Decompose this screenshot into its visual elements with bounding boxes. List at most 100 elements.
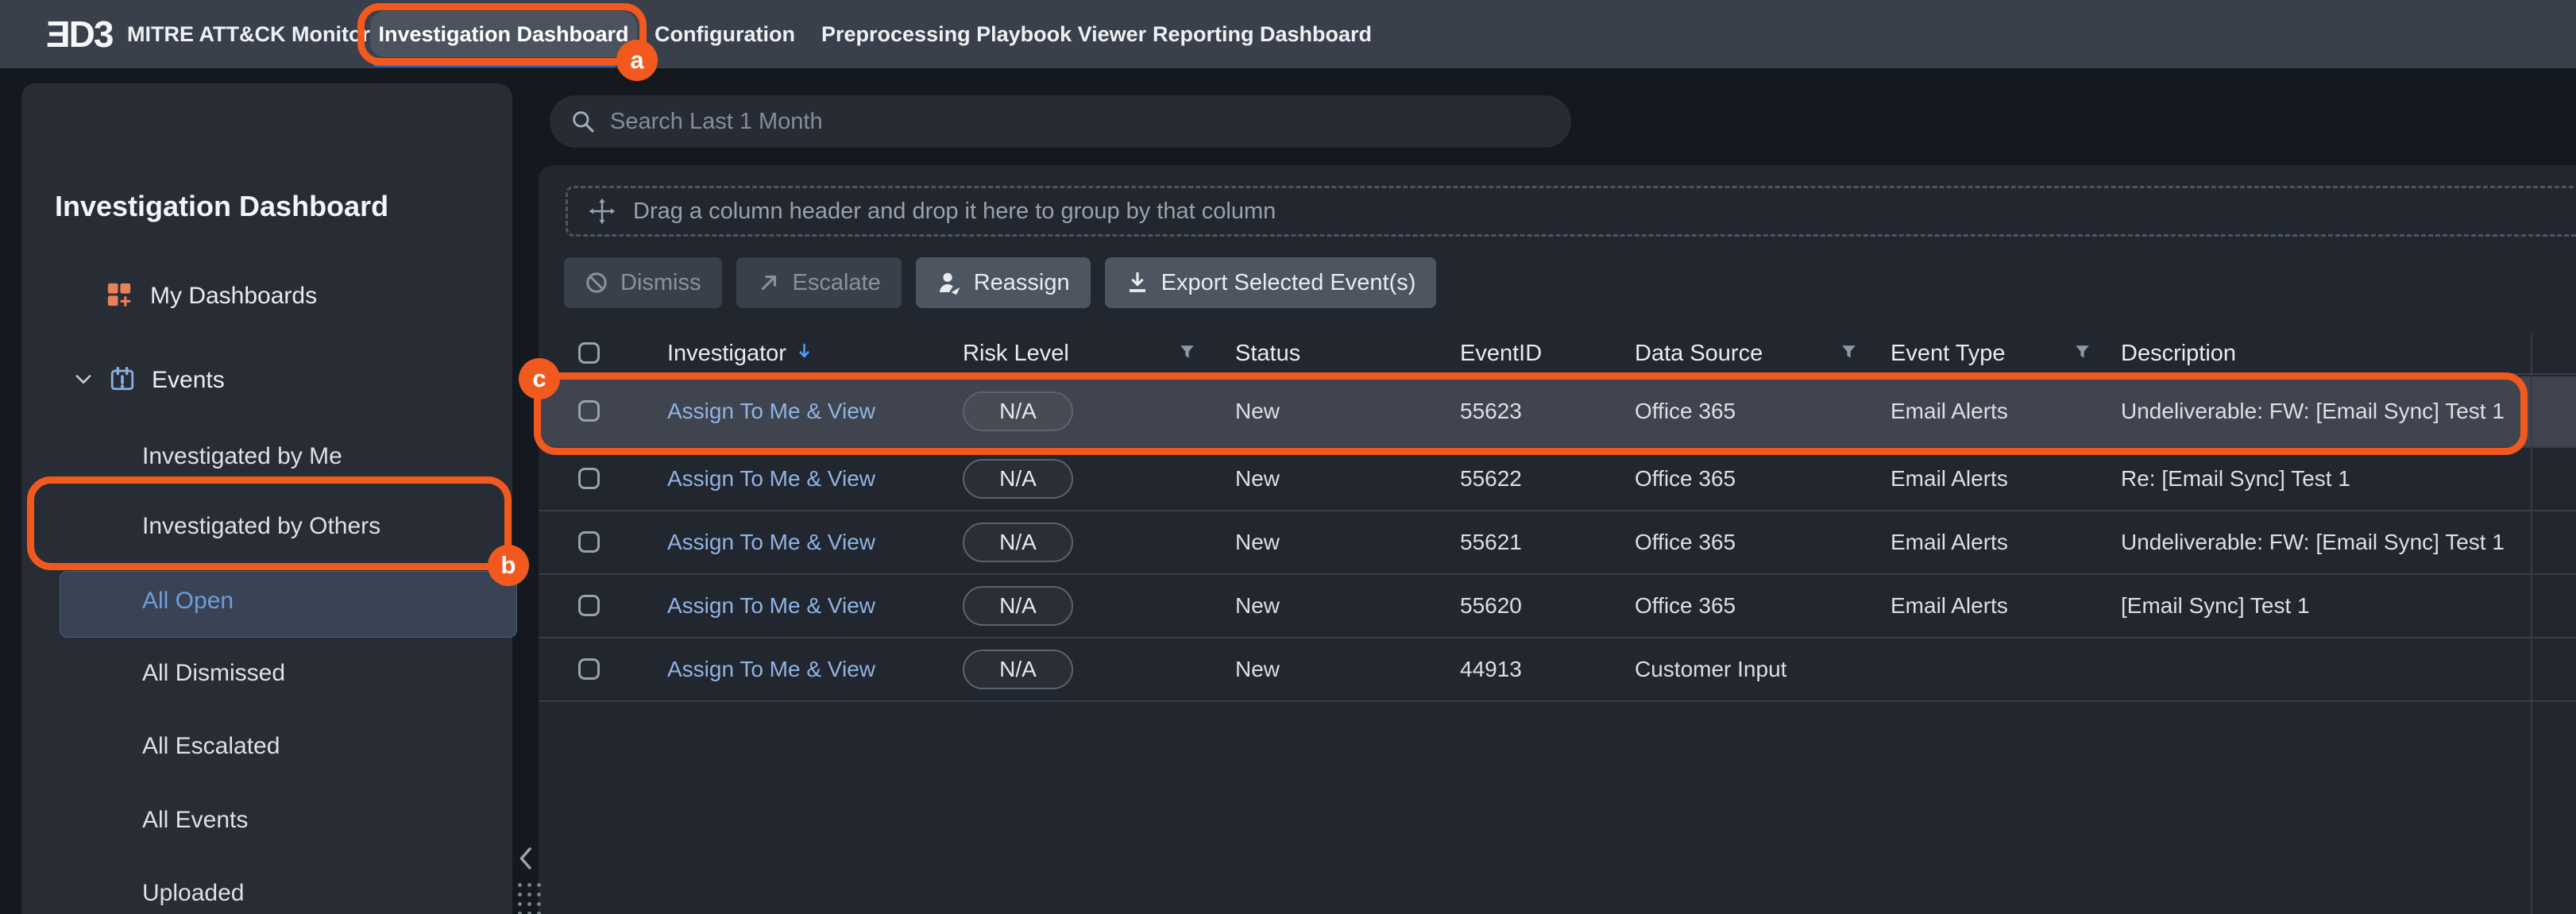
- assign-to-me-link[interactable]: Assign To Me & View: [667, 575, 875, 637]
- select-all-checkbox[interactable]: [578, 342, 600, 364]
- sidebar-item-all-open[interactable]: All Open: [142, 585, 234, 617]
- event-id-value: 55622: [1460, 448, 1522, 510]
- dismiss-button[interactable]: Dismiss: [564, 257, 722, 308]
- group-by-hint-text: Drag a column header and drop it here to…: [633, 199, 1276, 225]
- sort-descending-icon[interactable]: [798, 341, 811, 367]
- sidebar-item-uploaded[interactable]: Uploaded: [142, 877, 244, 909]
- selected-view-highlight: [60, 571, 517, 638]
- grid-toolbar: Dismiss Escalate Reassign: [564, 257, 1436, 308]
- event-type-value: Email Alerts: [1890, 511, 2008, 573]
- description-value: Re: [Email Sync] Test 1: [2121, 448, 2350, 510]
- events-calendar-icon: [109, 365, 136, 396]
- assign-to-me-link[interactable]: Assign To Me & View: [667, 511, 875, 573]
- reassign-user-icon: [937, 270, 962, 295]
- column-header-investigator[interactable]: Investigator: [667, 334, 811, 373]
- nav-item-mitre-attck-monitor[interactable]: MITRE ATT&CK Monitor: [127, 0, 370, 68]
- sidebar-item-investigated-by-others[interactable]: Investigated by Others: [142, 511, 380, 542]
- chevron-down-icon[interactable]: [72, 368, 95, 394]
- sidebar-collapse-icon[interactable]: [518, 845, 532, 876]
- table-row[interactable]: Assign To Me & View N/A New 44913 Custom…: [539, 638, 2576, 702]
- table-row[interactable]: Assign To Me & View N/A New 55621 Office…: [539, 511, 2576, 575]
- description-value: [Email Sync] Test 1: [2121, 575, 2310, 637]
- assign-to-me-link[interactable]: Assign To Me & View: [667, 376, 875, 446]
- data-source-value: Office 365: [1635, 448, 1736, 510]
- row-checkbox[interactable]: [578, 658, 600, 680]
- column-header-eventid[interactable]: EventID: [1460, 334, 1542, 373]
- escalate-icon: [757, 271, 781, 295]
- filter-icon-data-source[interactable]: [1841, 345, 1856, 364]
- group-by-drop-zone[interactable]: Drag a column header and drop it here to…: [566, 186, 2576, 237]
- event-id-value: 55621: [1460, 511, 1522, 573]
- nav-item-reporting-dashboard[interactable]: Reporting Dashboard: [1153, 0, 1372, 68]
- events-grid-panel: Drag a column header and drop it here to…: [539, 165, 2576, 914]
- risk-level-badge: N/A: [963, 523, 1073, 562]
- reassign-button[interactable]: Reassign: [916, 257, 1091, 308]
- sidebar-item-all-escalated[interactable]: All Escalated: [142, 731, 280, 762]
- sidebar-item-all-dismissed[interactable]: All Dismissed: [142, 658, 285, 689]
- event-id-value: 55620: [1460, 575, 1522, 637]
- search-icon: [570, 109, 596, 134]
- top-navbar: ƎD3 MITRE ATT&CK Monitor Investigation D…: [0, 0, 2576, 68]
- data-source-value: Office 365: [1635, 575, 1736, 637]
- status-value: New: [1235, 638, 1280, 700]
- column-header-event-type[interactable]: Event Type: [1890, 334, 2006, 373]
- move-icon: [589, 198, 616, 225]
- sidebar-group-events[interactable]: Events: [72, 363, 225, 398]
- sidebar-item-investigated-by-me[interactable]: Investigated by Me: [142, 441, 342, 472]
- data-source-value: Customer Input: [1635, 638, 1786, 700]
- description-value: Undeliverable: FW: [Email Sync] Test 1: [2121, 376, 2505, 446]
- risk-level-badge: N/A: [963, 586, 1073, 626]
- event-type-value: Email Alerts: [1890, 376, 2008, 446]
- grid-column-divider: [2531, 334, 2532, 914]
- table-header-row: Investigator Risk Level Status EventID D…: [539, 334, 2576, 375]
- export-selected-events-button[interactable]: Export Selected Event(s): [1105, 257, 1437, 308]
- status-value: New: [1235, 448, 1280, 510]
- filter-icon-risk-level[interactable]: [1180, 345, 1195, 364]
- row-checkbox[interactable]: [578, 531, 600, 553]
- d3-logo-text: ƎD3: [46, 13, 112, 56]
- assign-to-me-link[interactable]: Assign To Me & View: [667, 448, 875, 510]
- risk-level-badge: N/A: [963, 459, 1073, 499]
- column-header-description[interactable]: Description: [2121, 334, 2236, 373]
- sidebar: Investigation Dashboard My Dashboards: [21, 83, 512, 914]
- risk-level-badge: N/A: [963, 650, 1073, 689]
- assign-to-me-link[interactable]: Assign To Me & View: [667, 638, 875, 700]
- row-checkbox[interactable]: [578, 468, 600, 489]
- sidebar-drag-handle-icon[interactable]: [518, 883, 541, 914]
- sidebar-item-my-dashboards[interactable]: My Dashboards: [106, 279, 317, 314]
- risk-level-badge: N/A: [963, 391, 1073, 431]
- status-value: New: [1235, 575, 1280, 637]
- search-bar: [550, 95, 1571, 148]
- row-checkbox[interactable]: [578, 595, 600, 616]
- my-dashboards-icon: [106, 281, 133, 312]
- column-header-status[interactable]: Status: [1235, 334, 1300, 373]
- event-type-value: Email Alerts: [1890, 575, 2008, 637]
- event-id-value: 55623: [1460, 376, 1522, 446]
- status-value: New: [1235, 511, 1280, 573]
- status-value: New: [1235, 376, 1280, 446]
- escalate-button[interactable]: Escalate: [736, 257, 902, 308]
- sidebar-title: Investigation Dashboard: [55, 190, 388, 223]
- d3-logo: ƎD3: [46, 0, 112, 68]
- my-dashboards-label: My Dashboards: [150, 283, 317, 310]
- event-id-value: 44913: [1460, 638, 1522, 700]
- column-header-data-source[interactable]: Data Source: [1635, 334, 1763, 373]
- row-checkbox[interactable]: [578, 400, 600, 422]
- nav-item-configuration[interactable]: Configuration: [655, 0, 795, 68]
- column-header-risk-level[interactable]: Risk Level: [963, 334, 1069, 373]
- dismiss-icon: [585, 271, 608, 295]
- event-type-value: Email Alerts: [1890, 448, 2008, 510]
- table-row[interactable]: Assign To Me & View N/A New 55623 Office…: [539, 376, 2576, 448]
- table-row[interactable]: Assign To Me & View N/A New 55622 Office…: [539, 448, 2576, 511]
- active-tab-underline: [373, 62, 616, 67]
- nav-item-preprocessing-playbook-viewer[interactable]: Preprocessing Playbook Viewer: [821, 0, 1146, 68]
- table-row[interactable]: Assign To Me & View N/A New 55620 Office…: [539, 575, 2576, 638]
- filter-icon-event-type[interactable]: [2075, 345, 2090, 364]
- nav-item-investigation-dashboard[interactable]: Investigation Dashboard: [370, 11, 637, 57]
- search-input[interactable]: [610, 95, 1547, 148]
- data-source-value: Office 365: [1635, 511, 1736, 573]
- sidebar-item-all-events[interactable]: All Events: [142, 804, 248, 836]
- events-group-label: Events: [152, 367, 225, 394]
- app-screen: ƎD3 MITRE ATT&CK Monitor Investigation D…: [0, 0, 2576, 914]
- description-value: Undeliverable: FW: [Email Sync] Test 1: [2121, 511, 2505, 573]
